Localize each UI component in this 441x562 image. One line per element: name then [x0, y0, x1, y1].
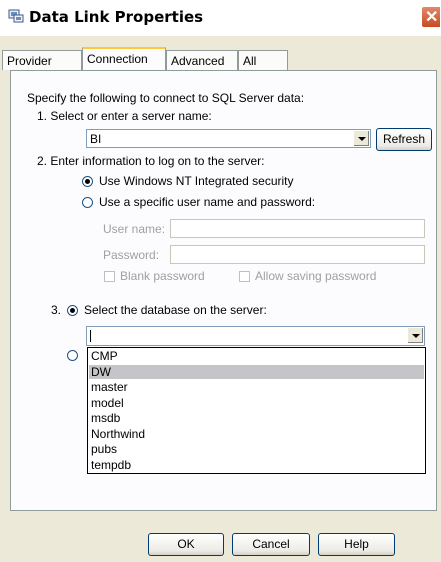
dropdown-item[interactable]: DW [89, 364, 424, 379]
radio-specific-label: Use a specific user name and password: [99, 195, 316, 209]
refresh-button[interactable]: Refresh [376, 128, 432, 151]
dropdown-item[interactable]: master [89, 380, 424, 394]
dropdown-item[interactable]: msdb [89, 411, 424, 425]
tab-label: All [243, 54, 257, 68]
allow-saving-label: Allow saving password [255, 269, 377, 283]
username-input[interactable] [170, 219, 425, 238]
text-cursor [90, 330, 91, 342]
tab-all[interactable]: All [238, 50, 288, 70]
dropdown-item[interactable]: model [89, 396, 424, 410]
refresh-label: Refresh [382, 132, 426, 146]
close-icon: ✕ [425, 9, 439, 26]
cancel-label: Cancel [252, 537, 290, 551]
password-input[interactable] [170, 245, 425, 264]
username-label: User name: [103, 222, 166, 236]
ok-button[interactable]: OK [148, 533, 224, 556]
dropdown-item[interactable]: CMP [89, 349, 424, 363]
dialog-body: Provider Connection Advanced All Specify… [0, 36, 441, 562]
cancel-button[interactable]: Cancel [232, 533, 310, 556]
select-database-label: Select the database on the server: [84, 303, 267, 317]
window-title: Data Link Properties [29, 8, 204, 26]
tab-advanced[interactable]: Advanced [166, 50, 238, 70]
tab-connection[interactable]: Connection [82, 47, 166, 72]
help-label: Help [344, 537, 369, 551]
step2-label: 2. Enter information to log on to the se… [37, 154, 265, 168]
database-dropdown-button[interactable] [407, 327, 424, 344]
close-button[interactable]: ✕ [421, 6, 441, 28]
password-label: Password: [103, 248, 160, 262]
radio-nt-security[interactable] [82, 176, 93, 187]
server-dropdown-button[interactable] [353, 130, 370, 147]
tab-label: Provider [7, 54, 52, 68]
radio-nt-label: Use Windows NT Integrated security [99, 174, 294, 188]
database-dropdown-list[interactable]: CMP DW master model msdb Northwind pubs tempdb [87, 347, 426, 474]
dropdown-item[interactable]: tempdb [89, 458, 424, 472]
dropdown-item[interactable]: pubs [89, 442, 424, 456]
radio-attach-file[interactable] [67, 350, 78, 361]
allow-saving-checkbox[interactable] [239, 271, 250, 282]
help-button[interactable]: Help [318, 533, 395, 556]
step1-label: 1. Select or enter a server name: [37, 109, 212, 123]
step3-label: 3. [51, 303, 62, 317]
title-bar[interactable]: Data Link Properties ✕ [0, 0, 441, 36]
radio-specific-user[interactable] [82, 197, 93, 208]
server-name-combo[interactable]: BI [86, 129, 371, 148]
server-name-value: BI [90, 132, 102, 146]
tab-provider[interactable]: Provider [2, 50, 82, 70]
database-combo[interactable] [86, 326, 425, 346]
blank-password-checkbox[interactable] [104, 271, 115, 282]
dropdown-item[interactable]: Northwind [89, 427, 424, 441]
tab-label: Advanced [171, 54, 225, 68]
tab-label: Connection [87, 52, 148, 66]
intro-text: Specify the following to connect to SQL … [27, 91, 305, 105]
ok-label: OK [177, 537, 195, 551]
data-link-icon [8, 9, 24, 23]
tab-strip: Provider Connection Advanced All [0, 47, 441, 72]
radio-select-database[interactable] [67, 305, 78, 316]
blank-password-label: Blank password [120, 269, 205, 283]
